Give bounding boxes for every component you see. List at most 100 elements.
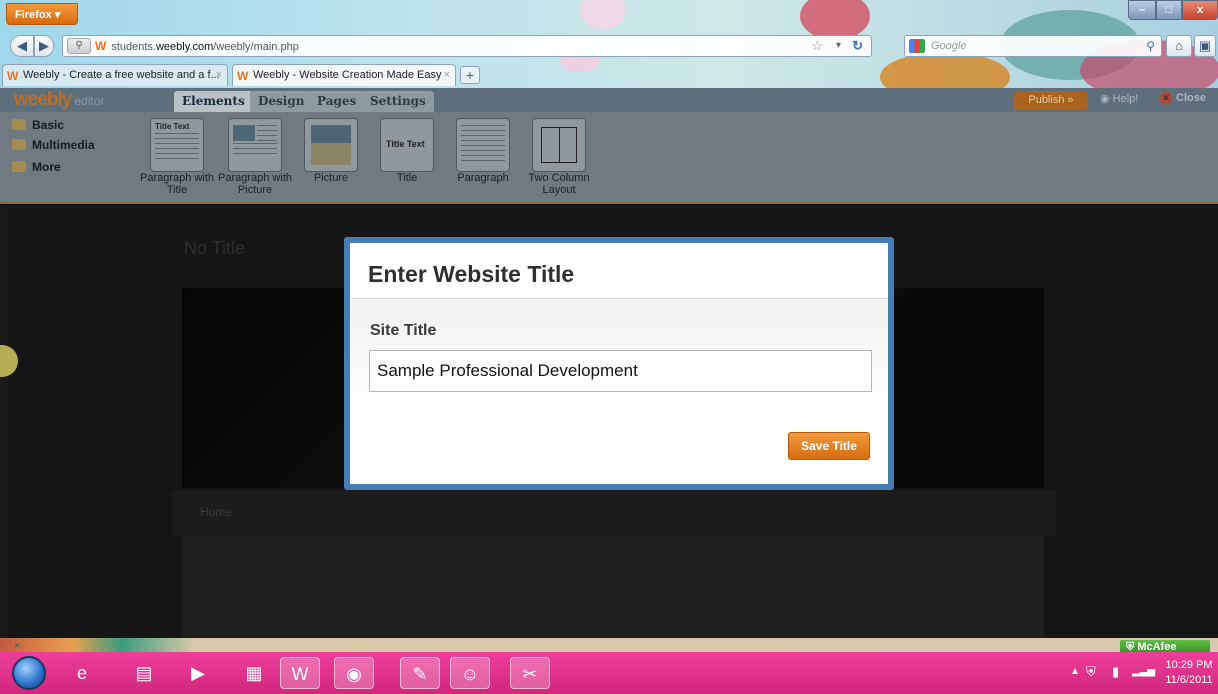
windows-explorer-icon[interactable]: ▤ (124, 657, 164, 689)
element-label: Paragraph (457, 172, 509, 184)
help-link[interactable]: ◉ Help! (1100, 92, 1138, 105)
element-paragraph-with-title[interactable]: Title Text (150, 118, 204, 172)
two-column-icon (541, 127, 577, 163)
element-paragraph[interactable] (456, 118, 510, 172)
thumb-text-lines (233, 143, 277, 157)
publish-button[interactable]: Publish » (1014, 91, 1088, 110)
home-icon: ⌂ (1175, 38, 1183, 53)
category-multimedia[interactable]: Multimedia (12, 138, 95, 152)
dialog-header: Enter Website Title (350, 243, 888, 299)
category-more[interactable]: More (12, 160, 61, 174)
thumb-text-lines (461, 125, 505, 163)
element-label: Paragraph with Picture (218, 172, 292, 196)
start-button[interactable] (12, 656, 46, 690)
site-title-label: Site Title (370, 322, 437, 339)
thumb-picture (233, 125, 255, 141)
element-label: Picture (313, 172, 349, 184)
tab-title: Weebly - Website Creation Made Easy (253, 69, 442, 81)
window-close-button[interactable]: x (1182, 0, 1218, 20)
word-icon[interactable]: W (280, 657, 320, 689)
bookmark-star-icon[interactable]: ☆ (811, 36, 823, 56)
calculator-icon[interactable]: ▦ (234, 657, 274, 689)
element-paragraph-with-picture[interactable] (228, 118, 282, 172)
forward-arrow-icon: ▶ (39, 38, 49, 53)
media-player-icon[interactable]: ▶ (178, 657, 218, 689)
site-title-placeholder[interactable]: No Title (184, 238, 245, 259)
tab-close-icon[interactable]: × (444, 65, 450, 85)
decorative-petal (580, 0, 626, 30)
tab-close-icon[interactable]: × (216, 65, 222, 85)
extension-icon: ▣ (1198, 38, 1212, 53)
weebly-favicon: W (95, 39, 107, 53)
paint-icon[interactable]: ✎ (400, 657, 440, 689)
firefox-icon[interactable]: ◉ (334, 657, 374, 689)
elements-panel: Basic Multimedia More Title Text Paragra… (0, 112, 1218, 204)
nav-item-home[interactable]: Home (200, 505, 232, 519)
weebly-logo: weebly editor (14, 89, 105, 110)
windows-taskbar: e ▤ ▶ ▦ W ◉ ✎ ☺ ✂ ▲ ⛨ ▮ ▂▃▅ 10:29 PM 11/… (0, 652, 1218, 694)
addon-bar-close-icon[interactable]: × (14, 640, 20, 652)
url-prefix: students. (111, 41, 156, 53)
site-identity-icon[interactable]: ⚲ (67, 38, 91, 54)
tab-title: Weebly - Create a free website and a f..… (23, 69, 220, 81)
url-path: /weebly/main.php (213, 41, 299, 53)
window-maximize-button[interactable]: □ (1156, 0, 1182, 20)
editor-topbar: weebly editor Elements Design Pages Setti… (0, 88, 1218, 112)
thumb-title-text: Title Text (155, 122, 190, 131)
tab-strip: W Weebly - Create a free website and a f… (0, 62, 1218, 86)
browser-tab[interactable]: W Weebly - Create a free website and a f… (2, 64, 228, 86)
site-nav-bar (172, 490, 1056, 536)
tab-settings[interactable]: Settings (362, 91, 434, 112)
folder-icon (12, 161, 26, 172)
back-arrow-icon: ◀ (17, 38, 27, 53)
url-domain: weebly.com (155, 41, 214, 53)
thumb-picture (311, 125, 351, 165)
addon-bar (0, 638, 1218, 652)
thumb-title-text: Title Text (386, 139, 425, 149)
search-bar[interactable]: Google ⚲ (904, 35, 1162, 57)
show-hidden-icons[interactable]: ▲ (1070, 666, 1080, 677)
folder-icon (12, 139, 26, 150)
browser-chrome: Firefox ▾ – □ x ◀ ▶ ⚲ Wstudents.weebly.co… (0, 0, 1218, 88)
close-editor-link[interactable]: ✕ Close (1160, 92, 1206, 104)
folder-icon (12, 119, 26, 130)
security-tray-icon[interactable]: ⛨ (1086, 664, 1096, 680)
clock-time[interactable]: 10:29 PM (1162, 659, 1216, 671)
url-bar[interactable]: ⚲ Wstudents.weebly.com/weebly/main.php ☆ … (62, 35, 872, 57)
element-two-column-layout[interactable] (532, 118, 586, 172)
save-title-button[interactable]: Save Title (788, 432, 870, 460)
tab-pages[interactable]: Pages (309, 91, 365, 112)
dialog-body: Site Title Save Title (350, 300, 888, 484)
window-minimize-button[interactable]: – (1128, 0, 1156, 20)
close-icon: ✕ (1160, 92, 1172, 104)
url-dropdown-icon[interactable]: ▾ (836, 36, 841, 56)
network-signal-icon[interactable]: ▂▃▅ (1132, 666, 1155, 677)
site-title-input[interactable] (369, 350, 872, 392)
element-title[interactable]: Title Text (380, 118, 434, 172)
element-label: Two Column Layout (528, 172, 590, 196)
tab-elements[interactable]: Elements (174, 91, 253, 112)
weebly-favicon: W (7, 69, 19, 83)
element-label: Title (396, 172, 418, 184)
browser-tab-active[interactable]: W Weebly - Website Creation Made Easy × (232, 64, 456, 86)
reload-icon[interactable]: ↻ (852, 36, 863, 56)
extension-button[interactable]: ▣ (1194, 35, 1216, 57)
website-title-dialog: Enter Website Title Site Title Save Titl… (344, 237, 894, 490)
forward-button[interactable]: ▶ (34, 35, 54, 57)
snipping-tool-icon[interactable]: ✂ (510, 657, 550, 689)
search-icon[interactable]: ⚲ (1146, 36, 1155, 56)
firefox-menu-button[interactable]: Firefox ▾ (6, 3, 78, 25)
thumb-text-lines (155, 133, 199, 159)
messenger-icon[interactable]: ☺ (450, 657, 490, 689)
clock-date[interactable]: 11/6/2011 (1162, 674, 1216, 686)
power-tray-icon[interactable]: ▮ (1112, 664, 1119, 680)
left-strip (0, 206, 8, 638)
back-button[interactable]: ◀ (10, 35, 34, 57)
internet-explorer-icon[interactable]: e (62, 657, 102, 689)
category-basic[interactable]: Basic (12, 118, 64, 132)
home-button[interactable]: ⌂ (1166, 35, 1192, 57)
tab-design[interactable]: Design (250, 91, 313, 112)
search-placeholder: Google (931, 40, 967, 52)
new-tab-button[interactable]: + (460, 66, 480, 84)
element-picture[interactable] (304, 118, 358, 172)
